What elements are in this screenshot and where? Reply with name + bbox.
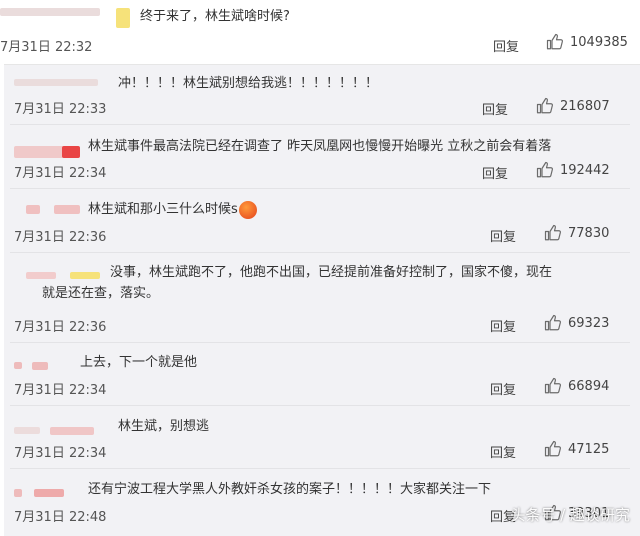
comment-time: 7月31日 22:36 [14, 230, 107, 245]
divider [10, 342, 630, 343]
reply-button[interactable]: 回复 [490, 442, 516, 461]
thumbs-up-icon [544, 224, 561, 241]
divider [10, 252, 630, 253]
like-count: 69323 [568, 315, 610, 331]
blurred-username [14, 489, 22, 497]
like-count: 47125 [568, 441, 610, 457]
like-button[interactable]: 77830 [544, 224, 609, 242]
comment-text: 林生斌事件最高法院已经在调查了 昨天凤凰网也慢慢开始曝光 立秋之前会有着落 [88, 139, 552, 154]
comment-text: 上去，下一个就是他 [80, 355, 198, 370]
comment-time: 7月31日 22:34 [14, 446, 107, 461]
like-button[interactable]: 66894 [544, 377, 609, 395]
divider [10, 124, 630, 125]
thumbs-up-icon [536, 97, 553, 114]
angry-face-icon [238, 200, 257, 219]
thumbs-up-icon [536, 161, 553, 178]
comment-text: 林生斌，别想逃 [118, 419, 210, 434]
watermark: 头条号 / 趣谈研究 [510, 506, 630, 524]
reply-button[interactable]: 回复 [490, 226, 516, 245]
blurred-username [14, 79, 98, 86]
blurred-username [14, 427, 40, 434]
thumbs-up-icon [544, 377, 561, 394]
comment-time: 7月31日 22:48 [14, 510, 107, 525]
comment-time: 7月31日 22:36 [14, 320, 107, 335]
comment-time: 7月31日 22:34 [14, 166, 107, 181]
like-count: 66894 [568, 378, 610, 394]
blurred-username [50, 427, 94, 435]
like-count: 1049385 [570, 34, 628, 50]
like-count: 192442 [560, 162, 610, 178]
comment-text: 林生斌和那小三什么时候s [88, 199, 257, 220]
top-comment: 终于来了，林生斌啥时候? 7月31日 22:32 回复 1049385 [0, 0, 640, 60]
blurred-avatar-badge [116, 8, 130, 28]
reply-button[interactable]: 回复 [490, 316, 516, 335]
divider [10, 468, 630, 469]
comment-text: 终于来了，林生斌啥时候? [140, 9, 290, 24]
like-button[interactable]: 47125 [544, 440, 609, 458]
blurred-username [26, 205, 40, 214]
divider [10, 188, 630, 189]
comment-text-content: 林生斌和那小三什么时候s [88, 202, 238, 217]
blurred-username [34, 489, 64, 497]
comment-time: 7月31日 22:34 [14, 383, 107, 398]
like-button[interactable]: 192442 [536, 161, 610, 179]
reply-button[interactable]: 回复 [482, 163, 508, 182]
blurred-username [32, 362, 48, 370]
like-count: 77830 [568, 225, 610, 241]
thumbs-up-icon [544, 440, 561, 457]
thumbs-up-icon [546, 33, 563, 50]
divider [10, 405, 630, 406]
blurred-username [14, 362, 22, 369]
comment-time: 7月31日 22:32 [0, 40, 93, 55]
comment-text: 冲！！！！林生斌别想给我逃！！！！！！！ [118, 76, 379, 91]
like-button[interactable]: 1049385 [546, 33, 628, 51]
like-count: 216807 [560, 98, 610, 114]
comment-text: 还有宁波工程大学黑人外教奸杀女孩的案子！！！！！大家都关注一下 [88, 482, 492, 497]
reply-button[interactable]: 回复 [490, 379, 516, 398]
reply-button[interactable]: 回复 [493, 36, 519, 55]
blurred-username [0, 8, 100, 16]
comment-time: 7月31日 22:33 [14, 102, 107, 117]
thumbs-up-icon [544, 314, 561, 331]
blurred-avatar-badge [62, 146, 80, 158]
blurred-username [54, 205, 80, 214]
like-button[interactable]: 216807 [536, 97, 610, 115]
like-button[interactable]: 69323 [544, 314, 609, 332]
reply-button[interactable]: 回复 [482, 99, 508, 118]
comment-text: 没事，林生斌跑不了，他跑不出国，已经提前准备好控制了，国家不傻，现在就是还在查，… [42, 265, 553, 301]
